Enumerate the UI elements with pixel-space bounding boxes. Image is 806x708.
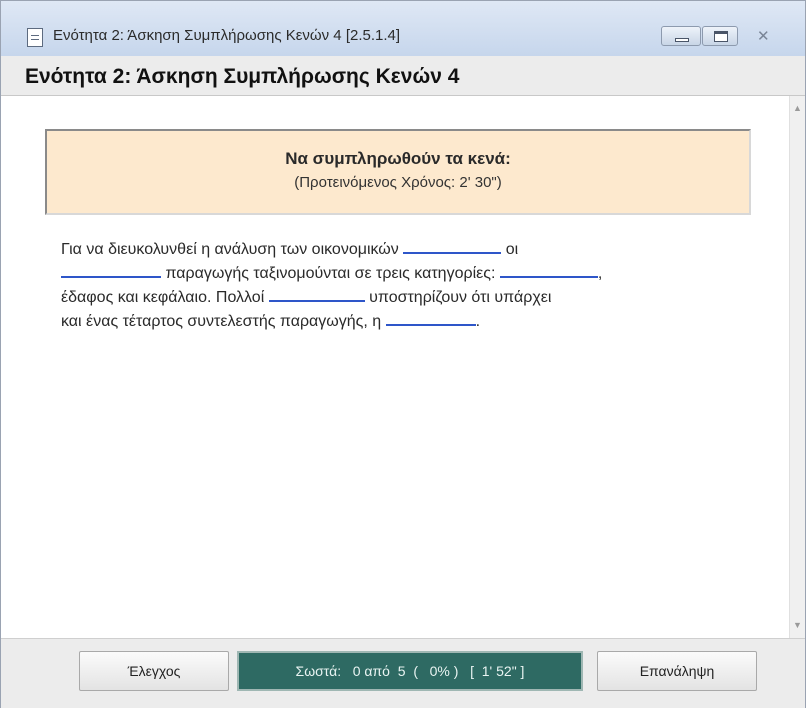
text-segment: παραγωγής ταξινομούνται σε τρεις κατηγορ… xyxy=(161,265,500,282)
window-title: Ενότητα 2: Άσκηση Συμπλήρωσης Κενών 4 [2… xyxy=(53,27,401,44)
text-line-1: Για να διευκολυνθεί η ανάλυση των οικονο… xyxy=(61,236,751,260)
blank-1[interactable] xyxy=(403,236,502,254)
exercise-header: Ενότητα 2: Άσκηση Συμπλήρωσης Κενών 4 xyxy=(1,56,805,96)
page-title: Ενότητα 2: Άσκηση Συμπλήρωσης Κενών 4 xyxy=(25,65,460,88)
maximize-button[interactable] xyxy=(702,26,738,46)
scroll-up-icon[interactable]: ▲ xyxy=(790,100,805,117)
text-line-3: έδαφος και κεφάλαιο. Πολλοί υποστηρίζουν… xyxy=(61,284,751,308)
blank-2[interactable] xyxy=(61,260,161,278)
instruction-title: Να συμπληρωθούν τα κενά: xyxy=(285,149,511,168)
exercise-content: Να συμπληρωθούν τα κενά: (Προτεινόμενος … xyxy=(1,96,789,638)
text-segment: υποστηρίζουν ότι υπάρχει xyxy=(364,289,552,306)
text-segment: . xyxy=(475,313,481,330)
text-segment: , xyxy=(597,265,603,282)
check-button[interactable]: Έλεγχος xyxy=(79,651,229,691)
score-status: Σωστά: 0 από 5 ( 0% ) [ 1' 52" ] xyxy=(237,651,583,691)
text-line-4: και ένας τέταρτος συντελεστής παραγωγής,… xyxy=(61,308,751,332)
document-icon xyxy=(27,28,43,47)
exercise-window: Ενότητα 2: Άσκηση Συμπλήρωσης Κενών 4 [2… xyxy=(0,0,806,708)
close-button[interactable] xyxy=(745,26,781,46)
scroll-down-icon[interactable]: ▼ xyxy=(790,617,805,634)
text-segment: οι xyxy=(501,241,519,258)
text-segment: Για να διευκολυνθεί η ανάλυση των οικονο… xyxy=(61,241,404,258)
text-line-2: παραγωγής ταξινομούνται σε τρεις κατηγορ… xyxy=(61,260,751,284)
repeat-button[interactable]: Επανάληψη xyxy=(597,651,757,691)
blank-5[interactable] xyxy=(385,308,476,326)
footer-bar: Έλεγχος Σωστά: 0 από 5 ( 0% ) [ 1' 52" ]… xyxy=(1,638,805,708)
text-segment: έδαφος και κεφάλαιο. Πολλοί xyxy=(61,289,269,306)
minimize-button[interactable] xyxy=(661,26,701,46)
suggested-time: (Προτεινόμενος Χρόνος: 2' 30") xyxy=(294,174,502,191)
instruction-box: Να συμπληρωθούν τα κενά: (Προτεινόμενος … xyxy=(45,129,751,215)
blank-4[interactable] xyxy=(268,284,365,302)
vertical-scrollbar[interactable]: ▲ ▼ xyxy=(789,96,805,638)
text-segment: και ένας τέταρτος συντελεστής παραγωγής,… xyxy=(61,313,386,330)
title-bar[interactable]: Ενότητα 2: Άσκηση Συμπλήρωσης Κενών 4 [2… xyxy=(1,1,805,57)
blank-3[interactable] xyxy=(499,260,598,278)
fill-in-text: Για να διευκολυνθεί η ανάλυση των οικονο… xyxy=(61,236,751,332)
